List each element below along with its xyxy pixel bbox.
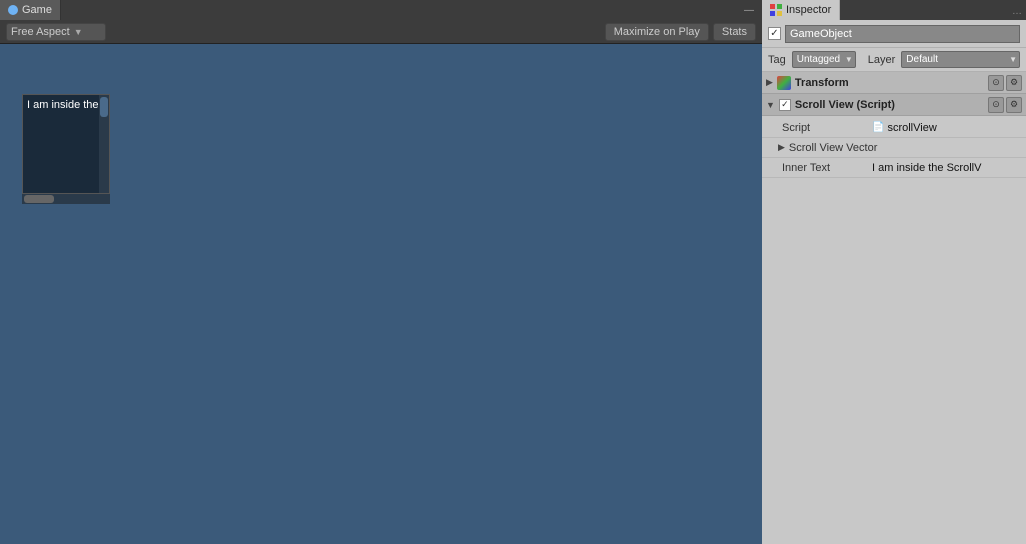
tag-label: Tag <box>768 54 786 66</box>
script-prop-value: 📄 scrollView <box>872 122 1018 134</box>
scrollview-settings-btn[interactable]: ⚙ <box>1006 97 1022 113</box>
scroll-view-vector-arrow-icon: ▶ <box>778 142 785 153</box>
transform-collapse-arrow-icon: ▶ <box>766 77 773 88</box>
game-tab-label: Game <box>22 4 52 16</box>
transform-title: Transform <box>795 77 988 89</box>
scrollview-checkbox[interactable]: ✓ <box>779 99 791 111</box>
inspector-tab[interactable]: Inspector <box>762 0 840 20</box>
transform-reference-btn[interactable]: ⊙ <box>988 75 1004 91</box>
tag-layer-row: Tag Untagged ▼ Layer Default ▼ <box>762 48 1026 72</box>
inner-text-label: Inner Text <box>782 162 872 174</box>
scroll-view-widget: I am inside the <box>22 94 120 214</box>
inspector-tab-bar: Inspector … <box>762 0 1026 20</box>
scroll-thumb-horizontal[interactable] <box>24 195 54 203</box>
scroll-thumb-vertical[interactable] <box>100 97 108 117</box>
gameobject-checkbox[interactable]: ✓ <box>768 27 781 40</box>
scrollview-title: Scroll View (Script) <box>795 99 988 111</box>
scrollbar-vertical[interactable] <box>99 95 109 193</box>
scrollview-component-header[interactable]: ▼ ✓ Scroll View (Script) ⊙ ⚙ <box>762 94 1026 116</box>
scroll-view-vector-row[interactable]: ▶ Scroll View Vector <box>762 138 1026 158</box>
transform-buttons: ⊙ ⚙ <box>988 75 1022 91</box>
transform-color-icon <box>777 76 791 90</box>
scrollview-ref-icon: ⊙ <box>992 99 1000 110</box>
aspect-arrow-icon: ▼ <box>74 27 83 37</box>
scrollview-buttons: ⊙ ⚙ <box>988 97 1022 113</box>
tab-controls: — <box>740 5 762 16</box>
game-tab[interactable]: Game <box>0 0 61 20</box>
scroll-view-vector-label: Scroll View Vector <box>789 142 877 154</box>
gameobject-name-input[interactable] <box>785 25 1020 43</box>
inspector-panel: Inspector … ✓ Tag Untagged ▼ Layer Defau… <box>762 0 1026 544</box>
stats-button[interactable]: Stats <box>713 23 756 41</box>
scrollview-props: Script 📄 scrollView ▶ Scroll View Vector… <box>762 116 1026 180</box>
scrollview-settings-icon: ⚙ <box>1010 99 1018 110</box>
transform-component-header[interactable]: ▶ Transform ⊙ ⚙ <box>762 72 1026 94</box>
maximize-on-play-button[interactable]: Maximize on Play <box>605 23 709 41</box>
checkbox-check-icon: ✓ <box>770 28 778 39</box>
inspector-tab-label: Inspector <box>786 4 831 16</box>
game-tab-minimize[interactable]: — <box>740 5 758 16</box>
scrollview-collapse-arrow-icon: ▼ <box>766 100 775 110</box>
inner-text-value: I am inside the ScrollV <box>872 162 1018 174</box>
game-tab-bar: Game — <box>0 0 762 20</box>
game-tab-icon <box>8 5 18 15</box>
script-file-icon: 📄 <box>872 122 884 133</box>
layer-label: Layer <box>868 54 896 66</box>
inspector-tab-minimize[interactable]: … <box>1012 6 1022 17</box>
game-panel: Game — Free Aspect ▼ Maximize on Play St… <box>0 0 762 544</box>
script-value-text: scrollView <box>887 122 936 134</box>
scrollview-reference-btn[interactable]: ⊙ <box>988 97 1004 113</box>
gameobject-header: ✓ <box>762 20 1026 48</box>
settings-icon: ⚙ <box>1010 77 1018 88</box>
layer-select[interactable]: Default <box>901 51 1020 68</box>
tag-select-wrap: Untagged ▼ <box>792 51 856 68</box>
reference-icon: ⊙ <box>992 77 1000 88</box>
scroll-view-text: I am inside the <box>23 95 109 115</box>
aspect-select[interactable]: Free Aspect ▼ <box>6 23 106 41</box>
tag-select[interactable]: Untagged <box>792 51 856 68</box>
toolbar-right: Maximize on Play Stats <box>605 23 756 41</box>
game-toolbar: Free Aspect ▼ Maximize on Play Stats <box>0 20 762 44</box>
scrollbar-horizontal[interactable] <box>22 194 110 204</box>
script-prop-row: Script 📄 scrollView <box>762 118 1026 138</box>
scrollview-check-icon: ✓ <box>781 99 789 110</box>
script-prop-label: Script <box>782 122 872 134</box>
inspector-tab-icon <box>770 4 782 16</box>
game-viewport: I am inside the <box>0 44 762 544</box>
inspector-tab-controls: … <box>1012 3 1026 17</box>
inner-text-row: Inner Text I am inside the ScrollV <box>762 158 1026 178</box>
layer-select-wrap: Default ▼ <box>901 51 1020 68</box>
aspect-label: Free Aspect <box>11 26 70 38</box>
scroll-view-inner[interactable]: I am inside the <box>22 94 110 194</box>
transform-settings-btn[interactable]: ⚙ <box>1006 75 1022 91</box>
